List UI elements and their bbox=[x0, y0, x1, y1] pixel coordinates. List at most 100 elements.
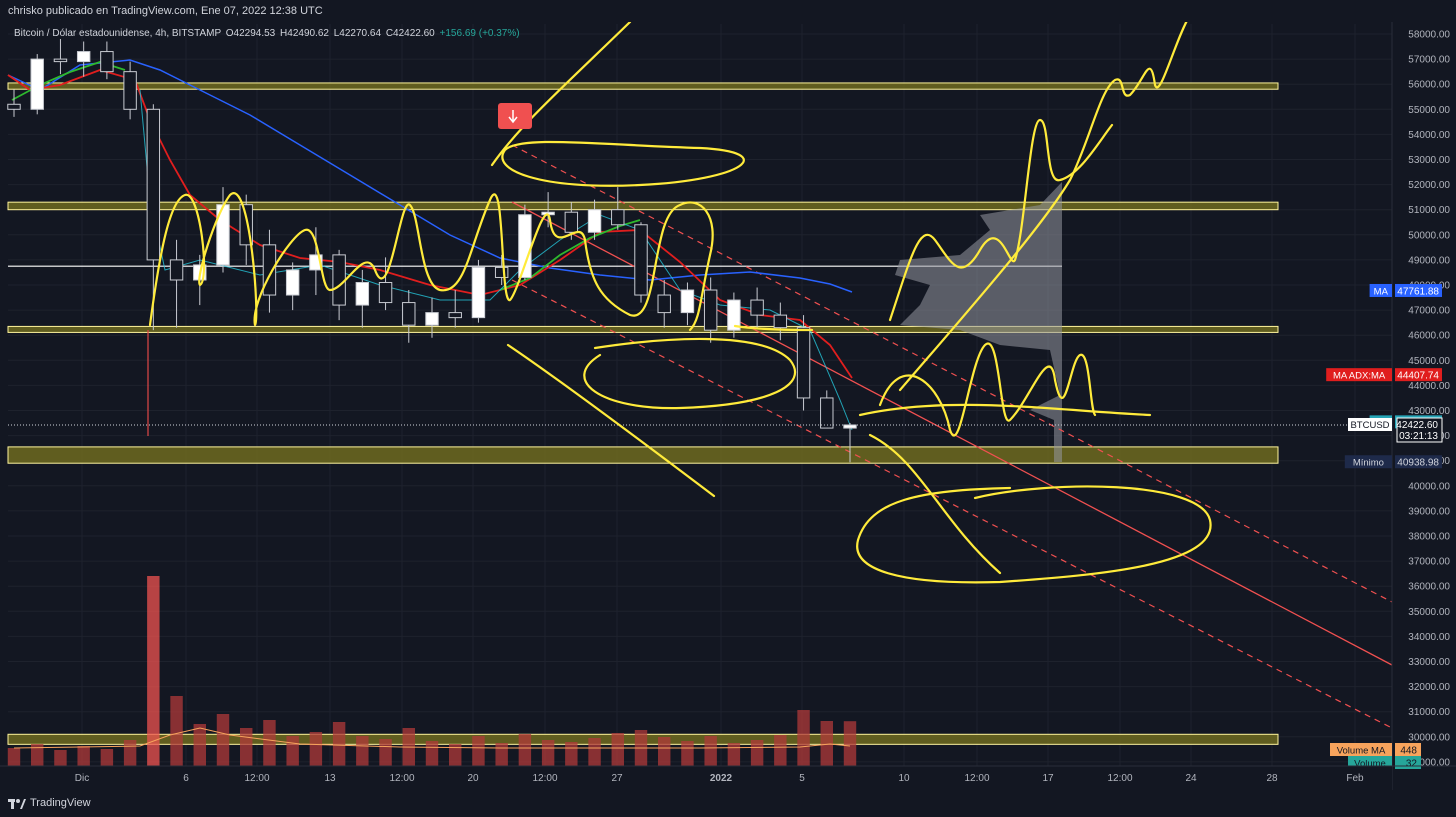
candle-body bbox=[402, 302, 416, 326]
time-tick-label: 12:00 bbox=[244, 773, 269, 784]
price-tick-label: 39000.00 bbox=[1408, 506, 1450, 517]
time-tick-label: 12:00 bbox=[389, 773, 414, 784]
candle-body bbox=[76, 51, 91, 63]
candle-body bbox=[7, 103, 21, 110]
candle-body bbox=[750, 299, 764, 316]
candle-body bbox=[355, 281, 370, 306]
candle-body bbox=[820, 397, 834, 429]
candle-body bbox=[378, 281, 393, 304]
publish-line: chrisko publicado en TradingView.com, En… bbox=[8, 5, 323, 17]
price-chart[interactable]: 58000.00 57000.00 56000.00 55000.00 54000.00… bbox=[0, 22, 1456, 790]
candle-body bbox=[332, 254, 346, 306]
time-axis bbox=[0, 766, 1392, 790]
time-tick-label: 17 bbox=[1042, 773, 1054, 784]
price-tick-label: 58000.00 bbox=[1408, 30, 1450, 41]
legend-open: O42294.53 bbox=[225, 28, 276, 39]
price-tick-label: 57000.00 bbox=[1408, 55, 1450, 66]
price-tick-label: 31000.00 bbox=[1408, 707, 1450, 718]
volume-bar bbox=[240, 728, 253, 766]
tradingview-logo[interactable]: TradingView bbox=[8, 790, 91, 817]
candle-body bbox=[169, 259, 184, 281]
price-tick-label: 43000.00 bbox=[1408, 406, 1450, 417]
time-tick-label: 24 bbox=[1185, 773, 1197, 784]
candle-body bbox=[123, 71, 137, 110]
candle-body bbox=[657, 294, 671, 314]
price-tick-label: 33000.00 bbox=[1408, 657, 1450, 668]
volume-badge-value: 32 bbox=[1406, 759, 1418, 770]
sell-marker bbox=[498, 103, 532, 129]
price-tick-label: 45000.00 bbox=[1408, 356, 1450, 367]
badge-label: BTCUSD bbox=[1350, 420, 1389, 431]
price-badge: MA ADX:MA 44407.74 bbox=[1326, 368, 1442, 382]
chart-area[interactable]: 58000.00 57000.00 56000.00 55000.00 54000.00… bbox=[0, 22, 1456, 790]
candle bbox=[518, 204, 532, 280]
badge-label: MA ADX:MA bbox=[1333, 371, 1386, 382]
candle-body bbox=[680, 289, 695, 314]
volume-bar bbox=[379, 739, 392, 766]
volume-bar bbox=[7, 748, 21, 766]
volume-bar bbox=[658, 737, 671, 766]
volume-bar bbox=[286, 736, 299, 766]
candle-body bbox=[611, 209, 625, 226]
volume-bar bbox=[588, 738, 601, 766]
volume-bar bbox=[495, 743, 508, 766]
time-tick-label: 12:00 bbox=[964, 773, 989, 784]
candle-body bbox=[100, 51, 114, 73]
price-tick-label: 36000.00 bbox=[1408, 582, 1450, 593]
badge-label: Mínimo bbox=[1353, 458, 1384, 469]
publish-header: chrisko publicado en TradingView.com, En… bbox=[0, 0, 1456, 22]
price-badge: MA 47761.88 bbox=[1369, 283, 1442, 297]
volume-badge-value: 448 bbox=[1400, 746, 1417, 757]
chart-legend: Bitcoin / Dólar estadounidense, 4h, BITS… bbox=[14, 28, 520, 39]
price-tick-label: 50000.00 bbox=[1408, 230, 1450, 241]
volume-bar bbox=[797, 710, 810, 766]
candle-body bbox=[518, 214, 532, 278]
time-tick-label: 28 bbox=[1266, 773, 1278, 784]
support-resistance-zone bbox=[7, 82, 1279, 90]
candle-body bbox=[564, 211, 579, 233]
candle-body bbox=[773, 314, 788, 329]
volume-bar bbox=[565, 742, 578, 766]
price-tick-label: 30000.00 bbox=[1408, 732, 1450, 743]
volume-bar bbox=[611, 733, 624, 766]
volume-bar bbox=[774, 735, 787, 766]
volume-bar bbox=[216, 714, 230, 766]
volume-bar bbox=[541, 740, 555, 766]
volume-bar bbox=[147, 576, 160, 766]
time-tick-label: 20 bbox=[467, 773, 479, 784]
badge-value: 42422.60 bbox=[1396, 420, 1438, 431]
candle-body bbox=[146, 108, 161, 261]
candle bbox=[471, 259, 486, 323]
volume-bar bbox=[750, 740, 764, 766]
candle bbox=[634, 222, 648, 303]
candle-body bbox=[285, 269, 300, 296]
candle-body bbox=[448, 312, 462, 319]
candle-body bbox=[471, 266, 486, 319]
price-tick-label: 44000.00 bbox=[1408, 381, 1450, 392]
volume-bar bbox=[309, 732, 323, 766]
time-tick-label: 27 bbox=[611, 773, 623, 784]
price-tick-label: 51000.00 bbox=[1408, 205, 1450, 216]
legend-low: L42270.64 bbox=[333, 28, 382, 39]
badge-value: 44407.74 bbox=[1397, 371, 1439, 382]
volume-bar bbox=[727, 743, 741, 766]
volume-bar bbox=[425, 741, 439, 766]
time-tick-label: Dic bbox=[75, 773, 89, 784]
tradingview-icon bbox=[8, 798, 26, 809]
support-resistance-zone bbox=[7, 201, 1279, 211]
price-tick-label: 32000.00 bbox=[1408, 682, 1450, 693]
time-tick-label: 12:00 bbox=[1107, 773, 1132, 784]
volume-bar bbox=[54, 750, 67, 766]
candle-body bbox=[425, 312, 439, 326]
price-tick-label: 34000.00 bbox=[1408, 632, 1450, 643]
badge-label: MA bbox=[1374, 286, 1389, 297]
support-resistance-zone bbox=[7, 446, 1279, 464]
badge-value: 40938.98 bbox=[1397, 458, 1439, 469]
volume-bar bbox=[843, 721, 857, 766]
price-tick-label: 38000.00 bbox=[1408, 532, 1450, 543]
badge-value: 47761.88 bbox=[1397, 286, 1439, 297]
volume-bar bbox=[170, 696, 183, 766]
volume-bar bbox=[100, 749, 114, 766]
volume-badge-label: Volume MA bbox=[1337, 746, 1386, 757]
legend-change: +156.69 (+0.37%) bbox=[439, 28, 520, 39]
